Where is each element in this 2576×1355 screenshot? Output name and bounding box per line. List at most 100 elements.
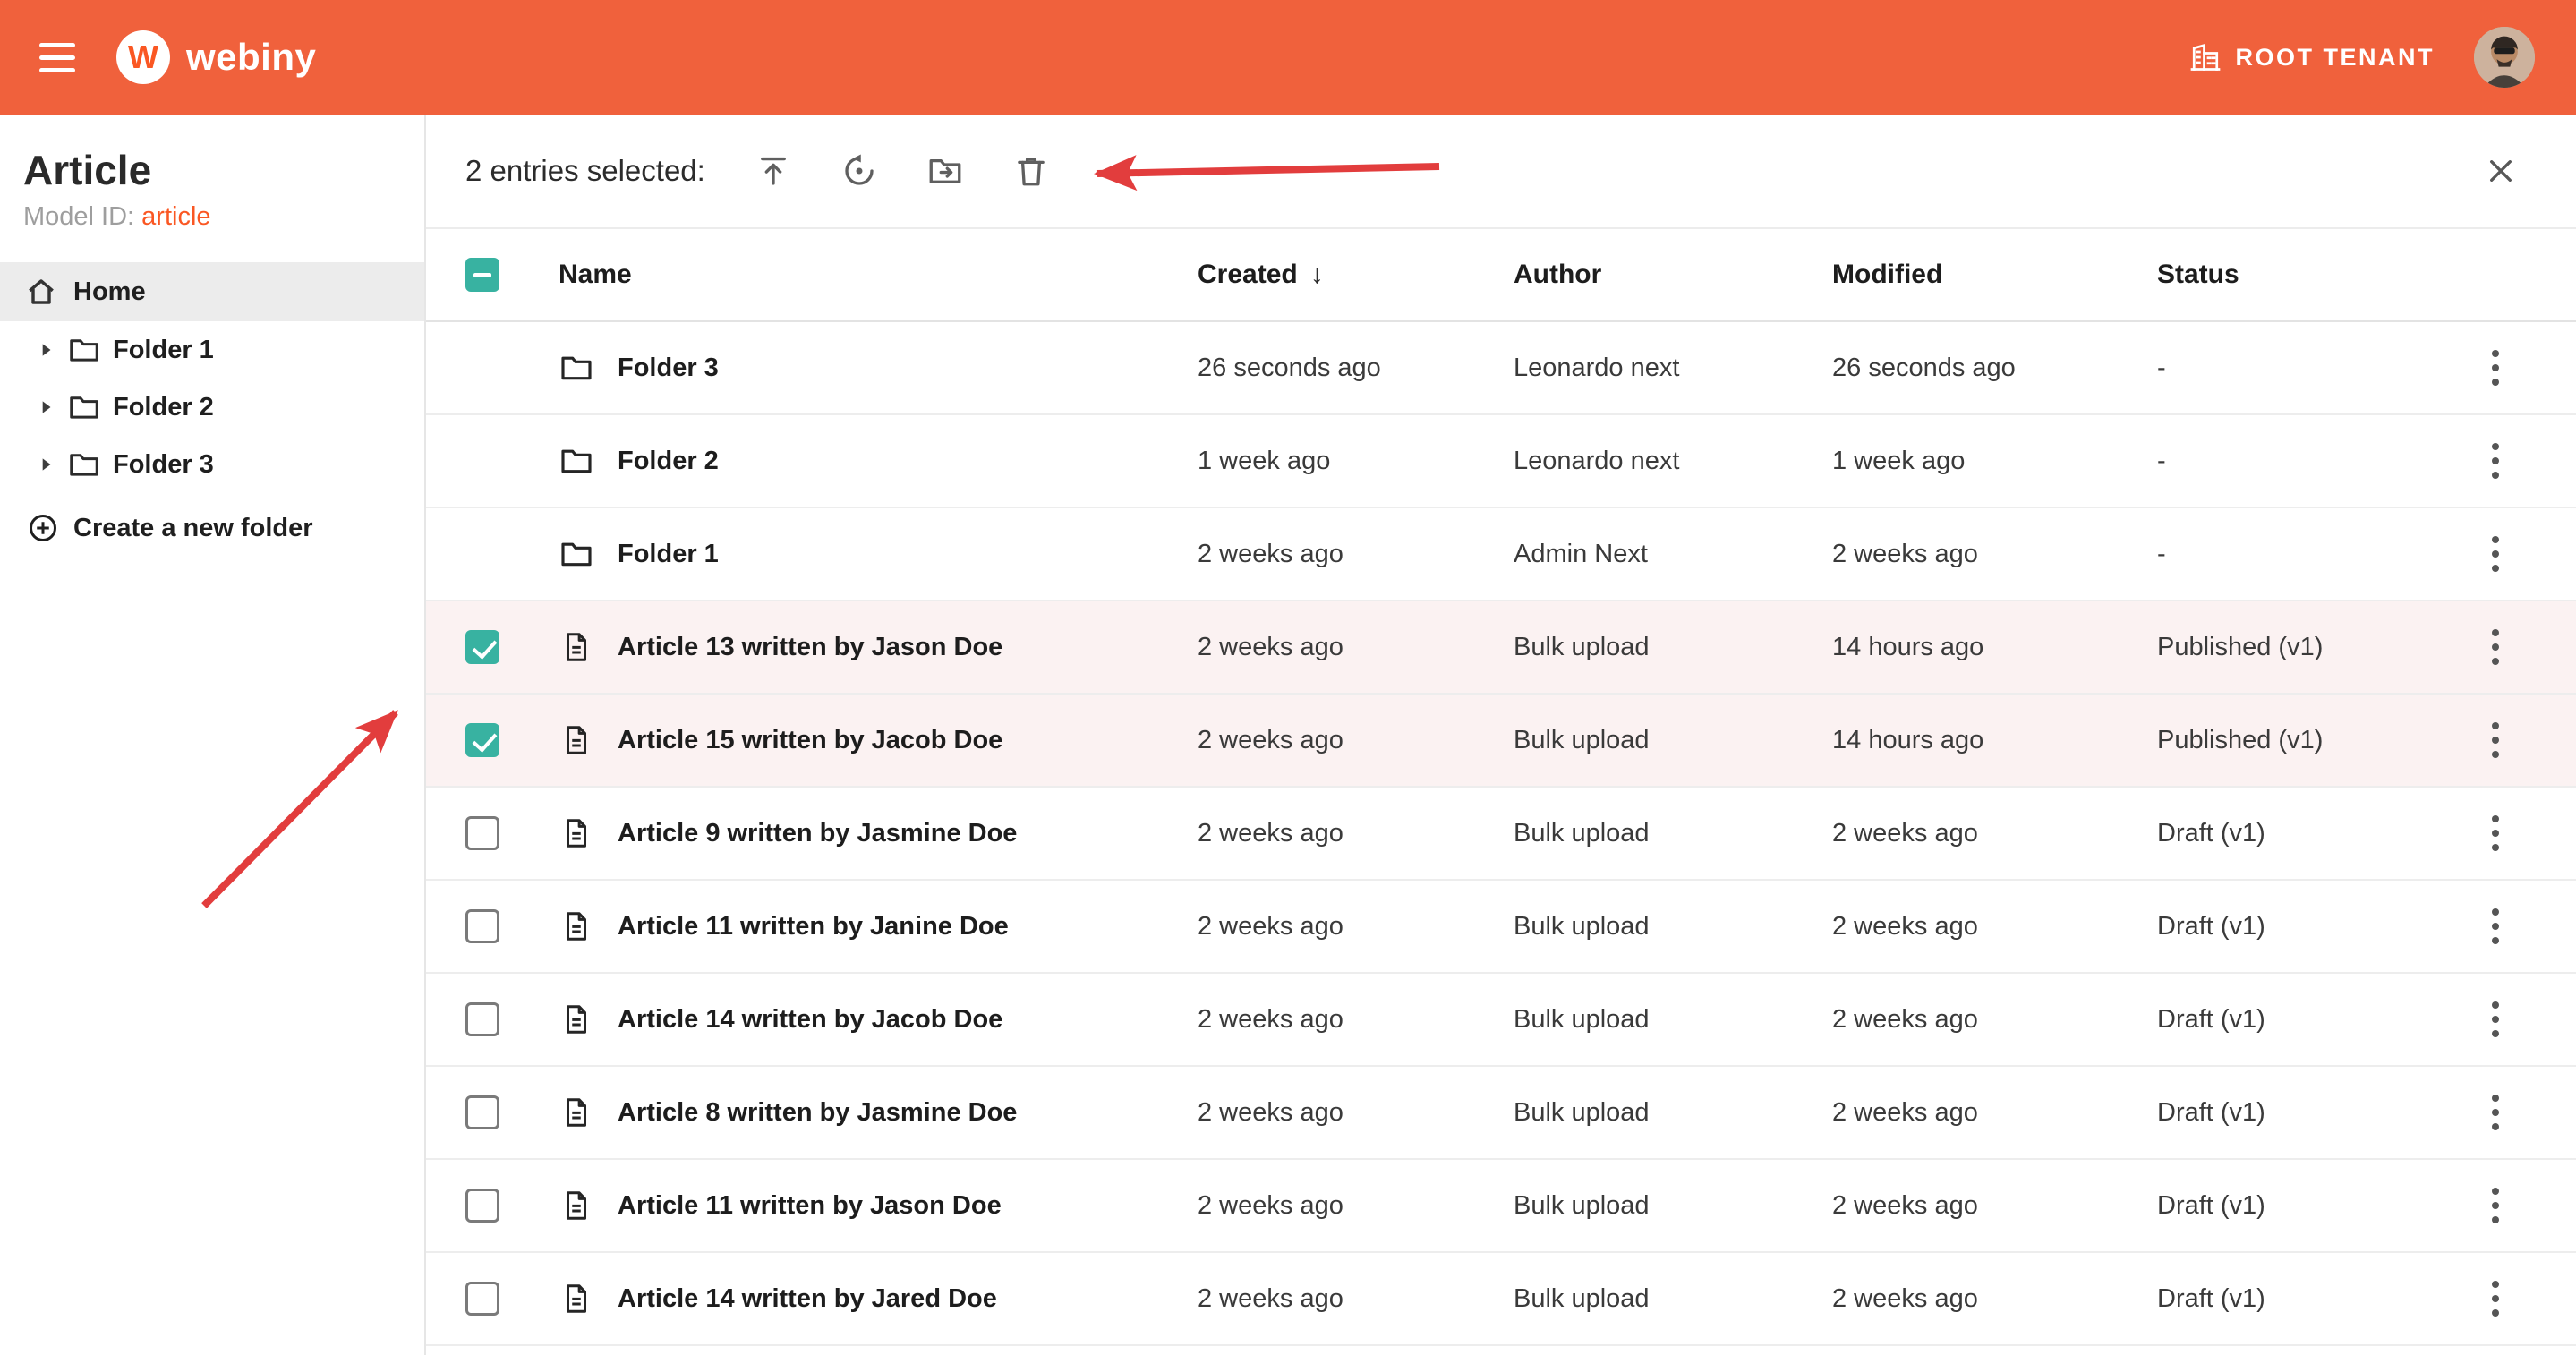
sidebar-folder-item[interactable]: Folder 2 [0,379,424,436]
table-row[interactable]: Article 8 written by Jasmine Doe 2 weeks… [426,1067,2576,1160]
status-cell: Draft (v1) [2157,912,2461,942]
created-cell: 2 weeks ago [1198,540,1514,569]
close-selection-button[interactable] [2472,142,2529,200]
top-bar: W webiny ROOT TENANT [0,0,2576,115]
status-cell: - [2157,447,2461,476]
row-actions-menu[interactable] [2483,341,2508,395]
row-checkbox[interactable] [465,909,499,943]
entry-name[interactable]: Folder 1 [618,540,719,569]
status-cell: - [2157,354,2461,383]
modified-cell: 2 weeks ago [1832,1191,2157,1221]
status-cell: Published (v1) [2157,633,2461,662]
app-window: W webiny ROOT TENANT [0,0,2576,1355]
document-icon [559,908,594,944]
table-row[interactable]: Article 13 written by Jason Doe 2 weeks … [426,601,2576,695]
column-header-created[interactable]: Created [1198,260,1298,290]
author-cell: Bulk upload [1514,1284,1832,1314]
author-cell: Bulk upload [1514,819,1832,848]
entry-name[interactable]: Article 15 written by Jacob Doe [618,726,1002,755]
table-row[interactable]: Article 9 written by Jasmine Doe 2 weeks… [426,788,2576,881]
row-checkbox[interactable] [465,1282,499,1316]
tenant-selector[interactable]: ROOT TENANT [2189,41,2435,73]
row-actions-menu[interactable] [2483,993,2508,1046]
author-cell: Leonardo next [1514,447,1832,476]
export-button[interactable] [741,139,806,203]
chevron-right-icon[interactable] [36,455,55,474]
folder-icon [559,536,594,572]
column-header-author[interactable]: Author [1514,260,1832,290]
user-avatar[interactable] [2474,27,2535,88]
column-header-status[interactable]: Status [2157,260,2461,290]
row-checkbox[interactable] [465,630,499,664]
move-to-folder-button[interactable] [913,139,977,203]
row-actions-menu[interactable] [2483,713,2508,767]
entry-name[interactable]: Article 13 written by Jason Doe [618,633,1002,662]
table-row[interactable]: Article 15 written by Jacob Doe 2 weeks … [426,695,2576,788]
model-id-value[interactable]: article [141,202,210,231]
sidebar-item-home[interactable]: Home [0,262,424,321]
table-row[interactable]: Folder 2 1 week ago Leonardo next 1 week… [426,415,2576,508]
author-cell: Admin Next [1514,540,1832,569]
table-row[interactable]: Article 14 written by Jacob Doe 2 weeks … [426,974,2576,1067]
document-icon [559,1281,594,1317]
table-row[interactable]: Folder 1 2 weeks ago Admin Next 2 weeks … [426,508,2576,601]
row-checkbox[interactable] [465,1002,499,1036]
table-row[interactable]: Article 14 written by Jared Doe 2 weeks … [426,1253,2576,1346]
sort-desc-icon[interactable]: ↓ [1310,260,1324,290]
chevron-right-icon[interactable] [36,340,55,360]
row-actions-menu[interactable] [2483,899,2508,953]
column-header-modified[interactable]: Modified [1832,260,2157,290]
row-actions-menu[interactable] [2483,620,2508,674]
entry-name[interactable]: Article 8 written by Jasmine Doe [618,1098,1017,1128]
row-checkbox[interactable] [465,1189,499,1223]
create-folder-label: Create a new folder [73,514,313,543]
trash-icon [1012,152,1050,190]
add-circle-icon [27,512,59,544]
status-cell: Draft (v1) [2157,819,2461,848]
author-cell: Leonardo next [1514,354,1832,383]
created-cell: 2 weeks ago [1198,1191,1514,1221]
row-actions-menu[interactable] [2483,527,2508,581]
table-row[interactable]: Article 11 written by Jason Doe 2 weeks … [426,1160,2576,1253]
entry-name[interactable]: Folder 3 [618,354,719,383]
sidebar-folder-item[interactable]: Folder 3 [0,436,424,493]
row-actions-menu[interactable] [2483,434,2508,488]
row-actions-menu[interactable] [2483,1179,2508,1232]
modified-cell: 26 seconds ago [1832,354,2157,383]
entry-name[interactable]: Article 11 written by Janine Doe [618,912,1009,942]
table-header: Name Created ↓ Author Modified Status [426,229,2576,322]
table-body: Folder 3 26 seconds ago Leonardo next 26… [426,322,2576,1346]
created-cell: 2 weeks ago [1198,633,1514,662]
delete-button[interactable] [999,139,1063,203]
entry-name[interactable]: Article 11 written by Jason Doe [618,1191,1002,1221]
move-folder-icon [926,152,964,190]
column-header-name[interactable]: Name [525,260,1198,290]
author-cell: Bulk upload [1514,1098,1832,1128]
row-actions-menu[interactable] [2483,1086,2508,1139]
select-all-checkbox[interactable] [465,258,499,292]
create-folder-button[interactable]: Create a new folder [0,499,424,558]
menu-button[interactable] [39,38,79,77]
restore-button[interactable] [827,139,891,203]
webiny-logo-icon: W [116,30,170,84]
table-row[interactable]: Folder 3 26 seconds ago Leonardo next 26… [426,322,2576,415]
row-actions-menu[interactable] [2483,1272,2508,1325]
entry-name[interactable]: Article 14 written by Jacob Doe [618,1005,1002,1035]
row-actions-menu[interactable] [2483,806,2508,860]
entry-name[interactable]: Article 14 written by Jared Doe [618,1284,997,1314]
row-checkbox[interactable] [465,816,499,850]
selection-toolbar: 2 entries selected: [426,115,2576,229]
sidebar-folder-item[interactable]: Folder 1 [0,321,424,379]
table-row[interactable]: Article 11 written by Janine Doe 2 weeks… [426,881,2576,974]
export-icon [755,152,792,190]
entry-name[interactable]: Article 9 written by Jasmine Doe [618,819,1017,848]
row-checkbox[interactable] [465,723,499,757]
document-icon [559,722,594,758]
close-icon [2484,154,2518,188]
entry-name[interactable]: Folder 2 [618,447,719,476]
folder-list: Folder 1 Folder 2 Folder 3 [0,321,424,493]
folder-label: Folder 3 [113,450,214,480]
chevron-right-icon[interactable] [36,397,55,417]
webiny-logo[interactable]: W webiny [116,30,316,84]
row-checkbox[interactable] [465,1095,499,1129]
